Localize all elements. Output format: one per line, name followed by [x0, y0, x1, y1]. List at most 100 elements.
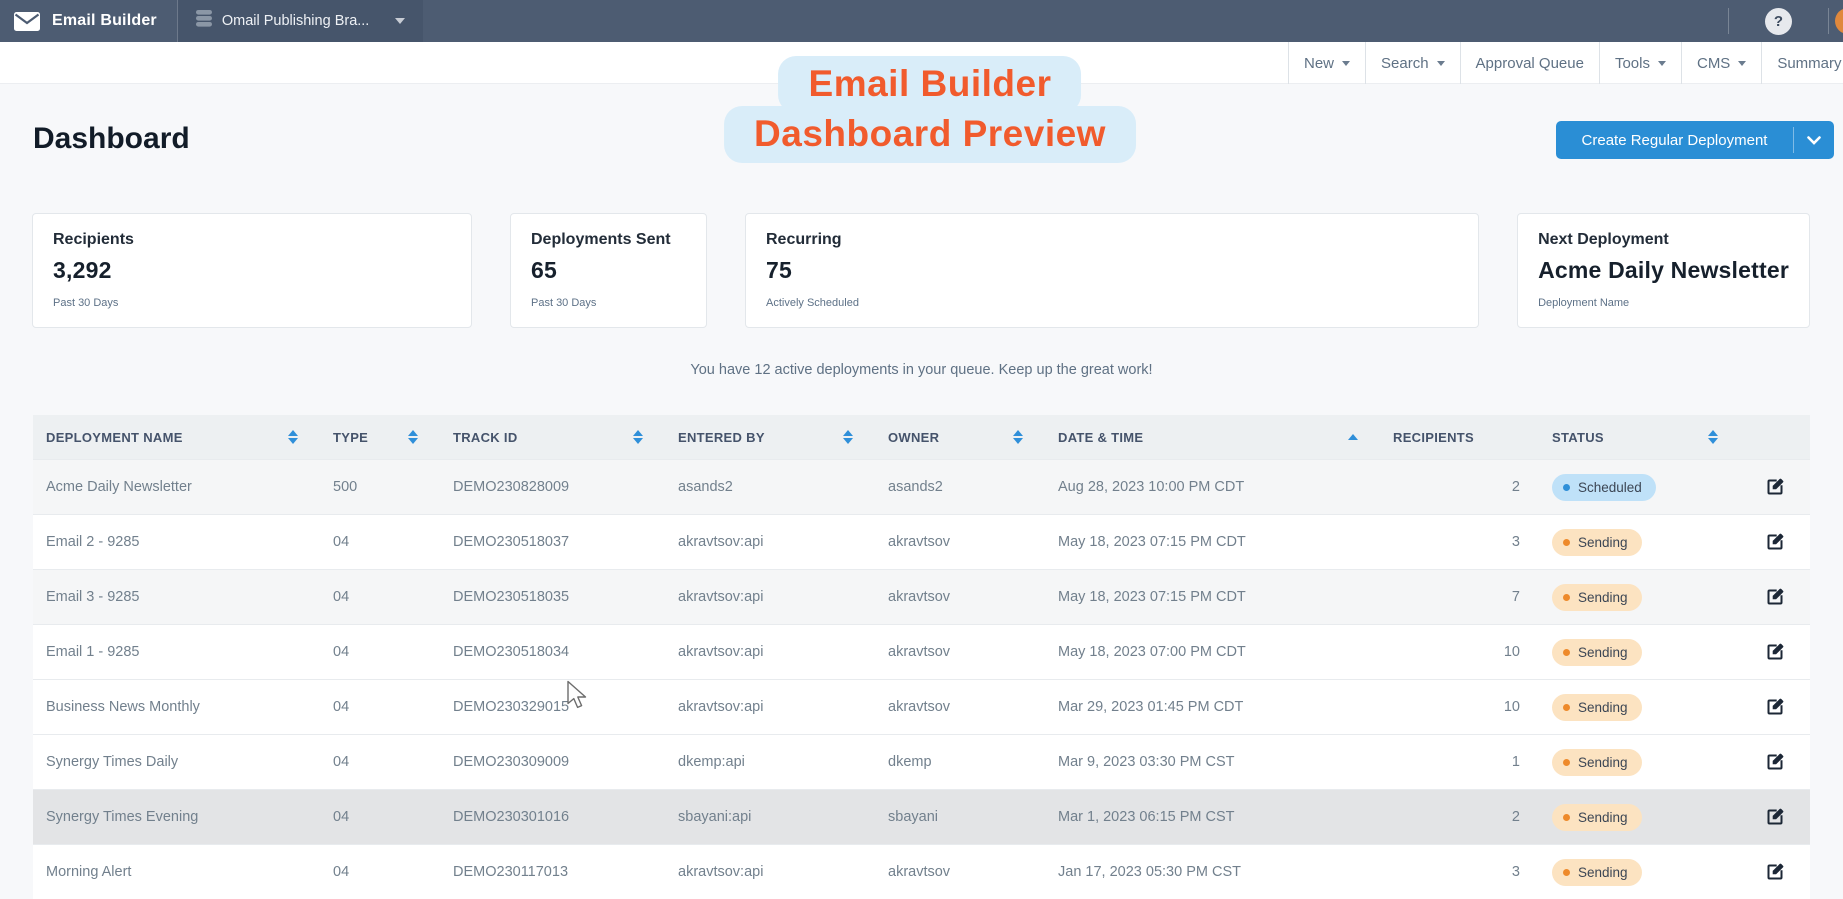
sort-both-icon[interactable] — [843, 430, 853, 444]
avatar[interactable] — [1835, 8, 1843, 34]
cell-edit — [1740, 858, 1810, 886]
nav-item[interactable]: Search — [1365, 42, 1460, 84]
cell-deployment-name: Email 2 - 9285 — [33, 534, 320, 550]
cell-edit — [1740, 693, 1810, 721]
column-header[interactable]: RECIPIENTS — [1380, 415, 1530, 459]
help-button[interactable]: ? — [1765, 8, 1792, 35]
stat-cards: Recipients 3,292 Past 30 Days Deployment… — [32, 213, 1810, 328]
cell-edit — [1740, 528, 1810, 556]
brand-selector[interactable]: Omail Publishing Bra... — [178, 0, 423, 42]
status-badge: Sending — [1552, 804, 1642, 831]
column-header[interactable]: DATE & TIME — [1045, 415, 1380, 459]
column-header-label: ENTERED BY — [678, 430, 765, 445]
nav-item[interactable]: New — [1288, 42, 1365, 84]
envelope-icon — [14, 12, 40, 31]
nav-item-label: Search — [1381, 55, 1429, 72]
stat-value: 75 — [766, 257, 1458, 284]
cell-track-id: DEMO230301016 — [440, 809, 665, 825]
edit-button[interactable] — [1761, 693, 1789, 721]
cell-status: Sending — [1530, 584, 1740, 611]
status-label: Sending — [1578, 590, 1628, 605]
status-label: Sending — [1578, 755, 1628, 770]
cell-track-id: DEMO230518034 — [440, 644, 665, 660]
column-header[interactable]: TRACK ID — [440, 415, 665, 459]
sort-both-icon[interactable] — [408, 430, 418, 444]
cell-type: 04 — [320, 809, 440, 825]
edit-button[interactable] — [1761, 803, 1789, 831]
chevron-down-icon — [1658, 61, 1666, 66]
nav-item[interactable]: Tools — [1599, 42, 1681, 84]
status-badge: Sending — [1552, 749, 1642, 776]
table-header-row: DEPLOYMENT NAME TYPE TRACK ID ENTERED BY — [33, 415, 1810, 459]
column-header-label: DATE & TIME — [1058, 430, 1143, 445]
nav-item-label: Tools — [1615, 55, 1650, 72]
table-row[interactable]: Acme Daily Newsletter 500 DEMO230828009 … — [33, 459, 1810, 514]
table-row[interactable]: Synergy Times Evening 04 DEMO230301016 s… — [33, 789, 1810, 844]
cell-owner: akravtsov — [875, 699, 1045, 715]
cell-entered-by: akravtsov:api — [665, 534, 875, 550]
cell-owner: akravtsov — [875, 589, 1045, 605]
cell-status: Sending — [1530, 804, 1740, 831]
table-row[interactable]: Email 1 - 9285 04 DEMO230518034 akravtso… — [33, 624, 1810, 679]
cell-owner: asands2 — [875, 479, 1045, 495]
nav-item[interactable]: Approval Queue — [1460, 42, 1599, 84]
create-button-label[interactable]: Create Regular Deployment — [1556, 121, 1793, 159]
cell-recipients: 3 — [1380, 864, 1530, 880]
table-row[interactable]: Email 2 - 9285 04 DEMO230518037 akravtso… — [33, 514, 1810, 569]
cell-date-time: May 18, 2023 07:15 PM CDT — [1045, 589, 1380, 605]
nav-item[interactable]: Summary — [1761, 42, 1843, 84]
status-badge: Sending — [1552, 694, 1642, 721]
brand-selector-label: Omail Publishing Bra... — [222, 13, 369, 29]
column-header[interactable]: ENTERED BY — [665, 415, 875, 459]
cell-deployment-name: Acme Daily Newsletter — [33, 479, 320, 495]
nav-item-label: CMS — [1697, 55, 1730, 72]
cell-entered-by: akravtsov:api — [665, 644, 875, 660]
edit-button[interactable] — [1761, 473, 1789, 501]
column-header[interactable]: TYPE — [320, 415, 440, 459]
cell-entered-by: asands2 — [665, 479, 875, 495]
stat-card: Deployments Sent 65 Past 30 Days — [510, 213, 707, 328]
column-header-label: RECIPIENTS — [1393, 430, 1474, 445]
edit-button[interactable] — [1761, 638, 1789, 666]
edit-icon — [1765, 477, 1785, 497]
status-dot-icon — [1563, 484, 1570, 491]
cell-deployment-name: Email 3 - 9285 — [33, 589, 320, 605]
sort-both-icon[interactable] — [1013, 430, 1023, 444]
edit-button[interactable] — [1761, 858, 1789, 886]
cell-track-id: DEMO230117013 — [440, 864, 665, 880]
status-badge: Sending — [1552, 859, 1642, 886]
edit-button[interactable] — [1761, 583, 1789, 611]
edit-icon — [1765, 642, 1785, 662]
column-header[interactable]: DEPLOYMENT NAME — [33, 415, 320, 459]
edit-button[interactable] — [1761, 748, 1789, 776]
table-row[interactable]: Email 3 - 9285 04 DEMO230518035 akravtso… — [33, 569, 1810, 624]
table-row[interactable]: Synergy Times Daily 04 DEMO230309009 dke… — [33, 734, 1810, 789]
stat-value: 3,292 — [53, 257, 451, 284]
page-title: Dashboard — [33, 122, 190, 156]
cell-type: 04 — [320, 644, 440, 660]
cell-deployment-name: Synergy Times Daily — [33, 754, 320, 770]
status-dot-icon — [1563, 704, 1570, 711]
cell-date-time: Aug 28, 2023 10:00 PM CDT — [1045, 479, 1380, 495]
create-button-dropdown[interactable] — [1794, 121, 1834, 159]
sort-asc-icon[interactable] — [1348, 434, 1358, 440]
sort-both-icon[interactable] — [633, 430, 643, 444]
edit-icon — [1765, 807, 1785, 827]
sort-both-icon[interactable] — [288, 430, 298, 444]
cell-deployment-name: Email 1 - 9285 — [33, 644, 320, 660]
column-header[interactable]: STATUS — [1530, 415, 1740, 459]
column-header[interactable]: OWNER — [875, 415, 1045, 459]
status-badge: Sending — [1552, 584, 1642, 611]
cell-date-time: Mar 9, 2023 03:30 PM CST — [1045, 754, 1380, 770]
cell-type: 04 — [320, 534, 440, 550]
overlay-line2: Dashboard Preview — [724, 106, 1136, 163]
cell-date-time: May 18, 2023 07:15 PM CDT — [1045, 534, 1380, 550]
column-header[interactable] — [1740, 415, 1810, 459]
cell-entered-by: sbayani:api — [665, 809, 875, 825]
sort-both-icon[interactable] — [1708, 430, 1718, 444]
edit-button[interactable] — [1761, 528, 1789, 556]
nav-item[interactable]: CMS — [1681, 42, 1761, 84]
table-row[interactable]: Business News Monthly 04 DEMO230329015 a… — [33, 679, 1810, 734]
table-row[interactable]: Morning Alert 04 DEMO230117013 akravtsov… — [33, 844, 1810, 899]
create-regular-deployment-button[interactable]: Create Regular Deployment — [1556, 121, 1834, 159]
